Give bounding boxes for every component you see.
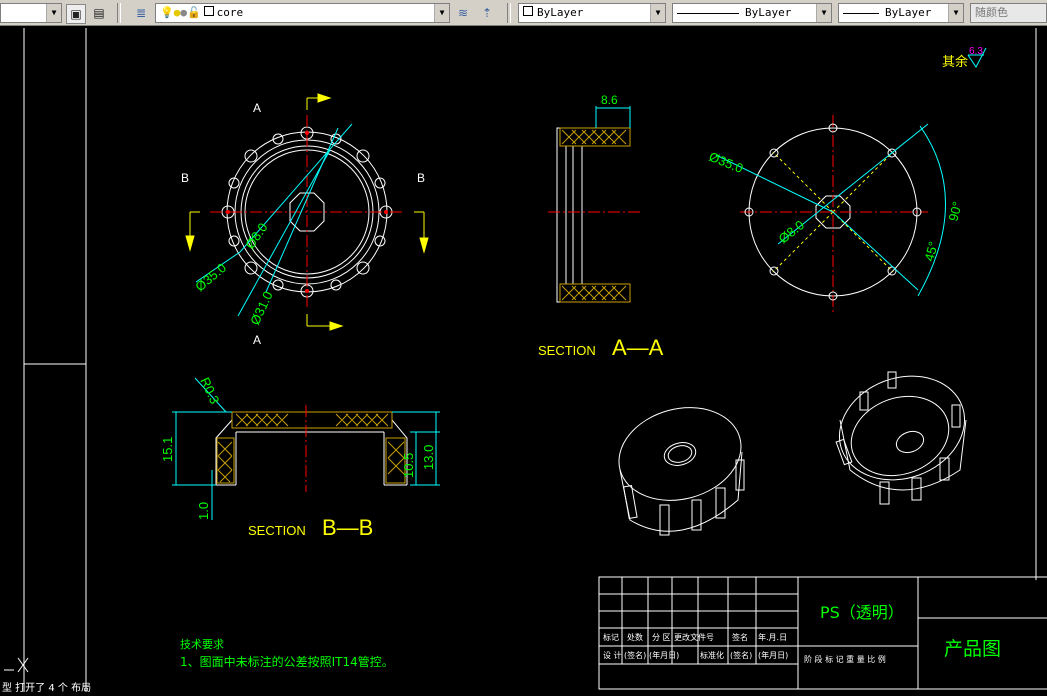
layer-name: core <box>216 6 244 19</box>
cut-label-b-left: B <box>181 171 189 185</box>
layer-manager-icon[interactable]: ≣ <box>132 4 150 22</box>
dim-bb-10-5: 10.5 <box>401 453 416 478</box>
dim-right-45: 45° <box>921 240 941 263</box>
lock-icon[interactable]: 🔓 <box>187 6 201 19</box>
tb-cell: 年.月.日 <box>758 632 787 642</box>
dim-right-dia35: Ø35.0 <box>707 149 745 176</box>
drawing-frame <box>23 28 1037 692</box>
section-bb-name: B—B <box>322 515 373 540</box>
iso-view-bottom <box>618 407 745 536</box>
properties-toolbar: ▼ ▣ ▤ ≣ 💡●●🔓 core ▼ ≋ ⇡ ByLayer ▼ ByLayer… <box>0 0 1047 26</box>
color-swatch <box>523 6 533 16</box>
tb-cell: (年月日) <box>758 650 788 660</box>
dim-right-90: 90° <box>945 200 965 223</box>
tb-cell: 分 区 <box>652 633 671 642</box>
layer-on-icon[interactable]: 💡 <box>160 6 174 19</box>
viewport-freeze-icon[interactable]: ● <box>180 6 187 19</box>
view-combo[interactable]: ▼ <box>0 3 62 23</box>
dim-bb-1-0: 1.0 <box>196 502 211 520</box>
cut-label-a-bottom: A <box>253 333 261 347</box>
roughness-label: 其余 <box>942 54 968 70</box>
front-view: A A B B Ø8.0 Ø35.0 Ø31.0 <box>181 93 429 347</box>
layer-color-swatch <box>203 6 214 16</box>
tb-cell: (签名) <box>730 650 752 660</box>
toolbar-separator <box>507 3 511 23</box>
status-prompt: 型 打开了 4 个 布局 <box>2 681 91 692</box>
dropdown-arrow-icon[interactable]: ▼ <box>650 4 665 22</box>
dropdown-arrow-icon[interactable]: ▼ <box>816 4 831 22</box>
color-combo[interactable]: ByLayer ▼ <box>518 3 666 23</box>
drawing-type-label: 产品图 <box>944 638 1001 660</box>
tb-cell: (签名) <box>624 650 646 660</box>
title-block-row1: 标记 处数 分 区 更改文件号 签名 年.月.日 <box>603 632 787 642</box>
cut-label-b-right: B <box>417 171 425 185</box>
cut-label-a-top: A <box>253 101 261 115</box>
right-view: Ø35.0 Ø8.0 90° 45° <box>707 115 965 312</box>
section-aa-label: SECTION <box>538 343 596 358</box>
section-aa-view: 8.6 SECTION A—A <box>538 93 664 360</box>
cad-drawing[interactable]: 其余 6.3 A A B B Ø8.0 Ø35.0 Ø31.0 8.6 SECT… <box>0 26 1047 694</box>
section-bb-view: R0.3 15.1 1.0 10.5 13.0 SECTION B—B <box>160 375 440 540</box>
toolbar-separator <box>117 3 121 23</box>
title-block-row2: 设 计 (签名) (年月日) 标准化 (签名) (年月日) <box>603 650 788 660</box>
dropdown-arrow-icon[interactable]: ▼ <box>948 4 963 22</box>
layer-previous-icon[interactable]: ⇡ <box>478 4 496 22</box>
dim-front-dia31: Ø31.0 <box>247 289 276 327</box>
tb-cell: 标记 <box>603 632 619 642</box>
tb-cell: 更改文件号 <box>674 632 714 642</box>
title-block-row3: 阶 段 标 记 重 量 比 例 <box>804 654 886 664</box>
color-value: ByLayer <box>537 6 584 19</box>
tb-cell: (年月日) <box>649 650 679 660</box>
plotstyle-value: 随颜色 <box>975 6 1008 19</box>
tb-cell: 标准化 <box>700 650 724 660</box>
dim-bb-13-0: 13.0 <box>421 445 436 470</box>
linetype-sample <box>677 12 739 14</box>
linetype-combo[interactable]: ByLayer ▼ <box>672 3 832 23</box>
make-current-layer-icon[interactable]: ≋ <box>454 4 472 22</box>
linetype-value: ByLayer <box>745 6 792 19</box>
plotstyle-combo: 随颜色 <box>970 3 1047 23</box>
tech-requirements-note: 1、图面中未标注的公差按照IT14管控。 <box>180 654 394 669</box>
material-label: PS（透明） <box>820 603 904 622</box>
layer-combo[interactable]: 💡●●🔓 core ▼ <box>155 3 450 23</box>
tb-cell: 签名 <box>732 632 748 642</box>
iso-view-top <box>835 371 967 505</box>
tech-requirements-title: 技术要求 <box>180 638 224 651</box>
zoom-window-icon[interactable]: ▣ <box>66 4 86 24</box>
drawing-canvas[interactable]: 其余 6.3 A A B B Ø8.0 Ø35.0 Ø31.0 8.6 SECT… <box>0 26 1047 694</box>
lineweight-value: ByLayer <box>885 6 932 19</box>
lineweight-combo[interactable]: ByLayer ▼ <box>838 3 964 23</box>
section-aa-name: A—A <box>612 335 664 360</box>
tb-cell: 设 计 <box>603 650 622 660</box>
dim-aa-8-6: 8.6 <box>601 93 618 107</box>
dropdown-arrow-icon[interactable]: ▼ <box>434 4 449 22</box>
dim-front-dia35: Ø35.0 <box>192 260 229 294</box>
section-bb-label: SECTION <box>248 523 306 538</box>
named-view-icon[interactable]: ▤ <box>90 4 108 22</box>
lineweight-sample <box>843 12 879 14</box>
dim-bb-15-1: 15.1 <box>160 437 175 462</box>
dropdown-arrow-icon[interactable]: ▼ <box>46 4 61 22</box>
dim-bb-r0-3: R0.3 <box>197 375 222 406</box>
tb-cell: 处数 <box>627 632 643 642</box>
